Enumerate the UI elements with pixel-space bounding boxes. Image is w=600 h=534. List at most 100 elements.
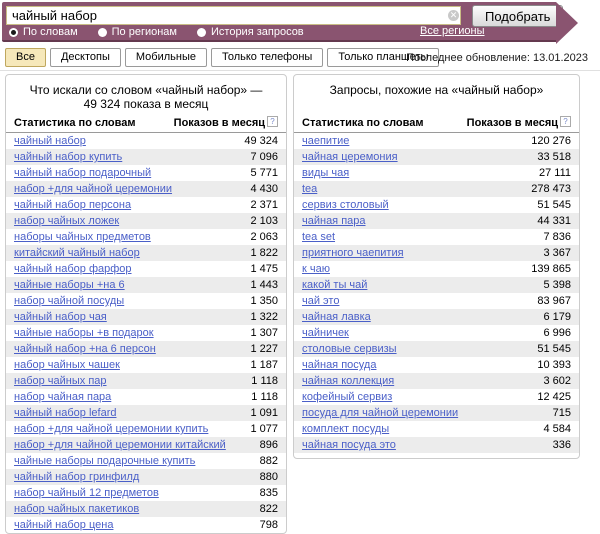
table-row: чайный набор купить 7 096	[6, 149, 286, 165]
shows-count: 882	[260, 455, 278, 467]
keyword-link[interactable]: чайные наборы подарочные купить	[14, 455, 201, 467]
table-row: набор +для чайной церемонии купить 1 077	[6, 421, 286, 437]
keyword-link[interactable]: чайная посуда это	[302, 439, 402, 451]
keyword-link[interactable]: набор +для чайной церемонии китайский	[14, 439, 232, 451]
device-tab[interactable]: Мобильные	[125, 48, 207, 67]
device-tab[interactable]: Десктопы	[50, 48, 121, 67]
keyword-link[interactable]: кофейный сервиз	[302, 391, 398, 403]
search-bar: ✕ Подобрать По словам По регионам Истори…	[2, 2, 556, 42]
keyword-link[interactable]: tea set	[302, 231, 341, 243]
keyword-link[interactable]: чайный набор +на 6 персон	[14, 343, 162, 355]
search-mode-radio[interactable]: История запросов	[197, 26, 304, 38]
shows-count: 4 584	[543, 423, 571, 435]
submit-button[interactable]: Подобрать	[472, 5, 563, 27]
keyword-link[interactable]: китайский чайный набор	[14, 247, 146, 259]
table-row: чайные наборы +в подарок 1 307	[6, 325, 286, 341]
keyword-link[interactable]: чайная пара	[302, 215, 372, 227]
clear-icon[interactable]: ✕	[448, 10, 459, 21]
keyword-link[interactable]: чайная церемония	[302, 151, 404, 163]
results-area: Что искали со словом «чайный набор» — 49…	[5, 74, 580, 534]
shows-count: 2 371	[250, 199, 278, 211]
table-row: наборы чайных предметов 2 063	[6, 229, 286, 245]
radio-icon	[197, 28, 206, 37]
keyword-link[interactable]: чайный набор подарочный	[14, 167, 157, 179]
table-row: чайная пара 44 331	[294, 213, 579, 229]
keyword-link[interactable]: чайная посуда	[302, 359, 382, 371]
col-shows-label: Показов в месяц?	[174, 116, 278, 129]
keyword-link[interactable]: чайные наборы +на 6	[14, 279, 131, 291]
table-row: чай это 83 967	[294, 293, 579, 309]
keyword-link[interactable]: виды чая	[302, 167, 355, 179]
shows-count: 83 967	[537, 295, 571, 307]
table-row: чайничек 6 996	[294, 325, 579, 341]
table-row: чайная церемония 33 518	[294, 149, 579, 165]
table-row: набор чайной посуды 1 350	[6, 293, 286, 309]
search-input[interactable]	[6, 6, 461, 25]
keyword-link[interactable]: набор +для чайной церемонии	[14, 183, 178, 195]
keyword-link[interactable]: чайная коллекция	[302, 375, 400, 387]
keyword-link[interactable]: чайная лавка	[302, 311, 377, 323]
search-bar-arrow	[556, 2, 578, 44]
device-tab[interactable]: Только телефоны	[211, 48, 323, 67]
keyword-link[interactable]: чайный набор	[14, 135, 92, 147]
table-header: Статистика по словам Показов в месяц?	[6, 113, 286, 133]
shows-count: 10 393	[537, 359, 571, 371]
keyword-link[interactable]: набор +для чайной церемонии купить	[14, 423, 214, 435]
keyword-link[interactable]: чайный набор фарфор	[14, 263, 138, 275]
table-row: чайный набор +на 6 персон 1 227	[6, 341, 286, 357]
help-icon[interactable]: ?	[267, 116, 278, 127]
keyword-link[interactable]: чайные наборы +в подарок	[14, 327, 160, 339]
keyword-table: чаепитие 120 276 чайная церемония 33 518…	[294, 133, 579, 453]
keyword-link[interactable]: набор чайная пара	[14, 391, 117, 403]
keyword-link[interactable]: набор чайный 12 предметов	[14, 487, 165, 499]
keyword-table: чайный набор 49 324 чайный набор купить …	[6, 133, 286, 533]
keyword-link[interactable]: чайный набор купить	[14, 151, 128, 163]
keyword-link[interactable]: набор чайной посуды	[14, 295, 130, 307]
search-mode-radio[interactable]: По словам	[9, 26, 78, 38]
shows-count: 44 331	[537, 215, 571, 227]
table-row: чайная посуда это 336	[294, 437, 579, 453]
table-row: китайский чайный набор 1 822	[6, 245, 286, 261]
keyword-link[interactable]: наборы чайных предметов	[14, 231, 157, 243]
search-mode-radio[interactable]: По регионам	[98, 26, 177, 38]
help-icon[interactable]: ?	[560, 116, 571, 127]
shows-count: 6 996	[543, 327, 571, 339]
keyword-link[interactable]: к чаю	[302, 263, 336, 275]
keyword-link[interactable]: набор чайных ложек	[14, 215, 125, 227]
shows-count: 835	[260, 487, 278, 499]
all-regions-link[interactable]: Все регионы	[420, 25, 485, 37]
keyword-link[interactable]: приятного чаепития	[302, 247, 410, 259]
keyword-link[interactable]: посуда для чайной церемонии	[302, 407, 464, 419]
keyword-link[interactable]: чайничек	[302, 327, 355, 339]
table-row: кофейный сервиз 12 425	[294, 389, 579, 405]
table-row: набор чайный 12 предметов 835	[6, 485, 286, 501]
table-header: Статистика по словам Показов в месяц?	[294, 113, 579, 133]
shows-count: 139 865	[531, 263, 571, 275]
keyword-link[interactable]: столовые сервизы	[302, 343, 403, 355]
shows-count: 822	[260, 503, 278, 515]
table-row: чайная посуда 10 393	[294, 357, 579, 373]
table-row: набор чайных пакетиков 822	[6, 501, 286, 517]
keyword-link[interactable]: чайный набор гринфилд	[14, 471, 145, 483]
shows-count: 120 276	[531, 135, 571, 147]
keyword-link[interactable]: чай это	[302, 295, 345, 307]
keyword-link[interactable]: набор чайных пар	[14, 375, 113, 387]
device-tab[interactable]: Все	[5, 48, 46, 67]
shows-count: 12 425	[537, 391, 571, 403]
keyword-link[interactable]: чайный набор чая	[14, 311, 113, 323]
radio-label: История запросов	[211, 26, 304, 38]
keyword-link[interactable]: комплект посуды	[302, 423, 395, 435]
keyword-link[interactable]: чаепитие	[302, 135, 355, 147]
keyword-link[interactable]: набор чайных пакетиков	[14, 503, 145, 515]
shows-count: 715	[553, 407, 571, 419]
keyword-link[interactable]: чайный набор lefard	[14, 407, 122, 419]
keyword-link[interactable]: чайный набор персона	[14, 199, 137, 211]
shows-count: 2 063	[250, 231, 278, 243]
shows-count: 5 771	[250, 167, 278, 179]
keyword-link[interactable]: tea	[302, 183, 323, 195]
keyword-link[interactable]: набор чайных чашек	[14, 359, 126, 371]
keyword-link[interactable]: сервиз столовый	[302, 199, 395, 211]
shows-count: 33 518	[537, 151, 571, 163]
table-row: набор чайных ложек 2 103	[6, 213, 286, 229]
keyword-link[interactable]: какой ты чай	[302, 279, 373, 291]
